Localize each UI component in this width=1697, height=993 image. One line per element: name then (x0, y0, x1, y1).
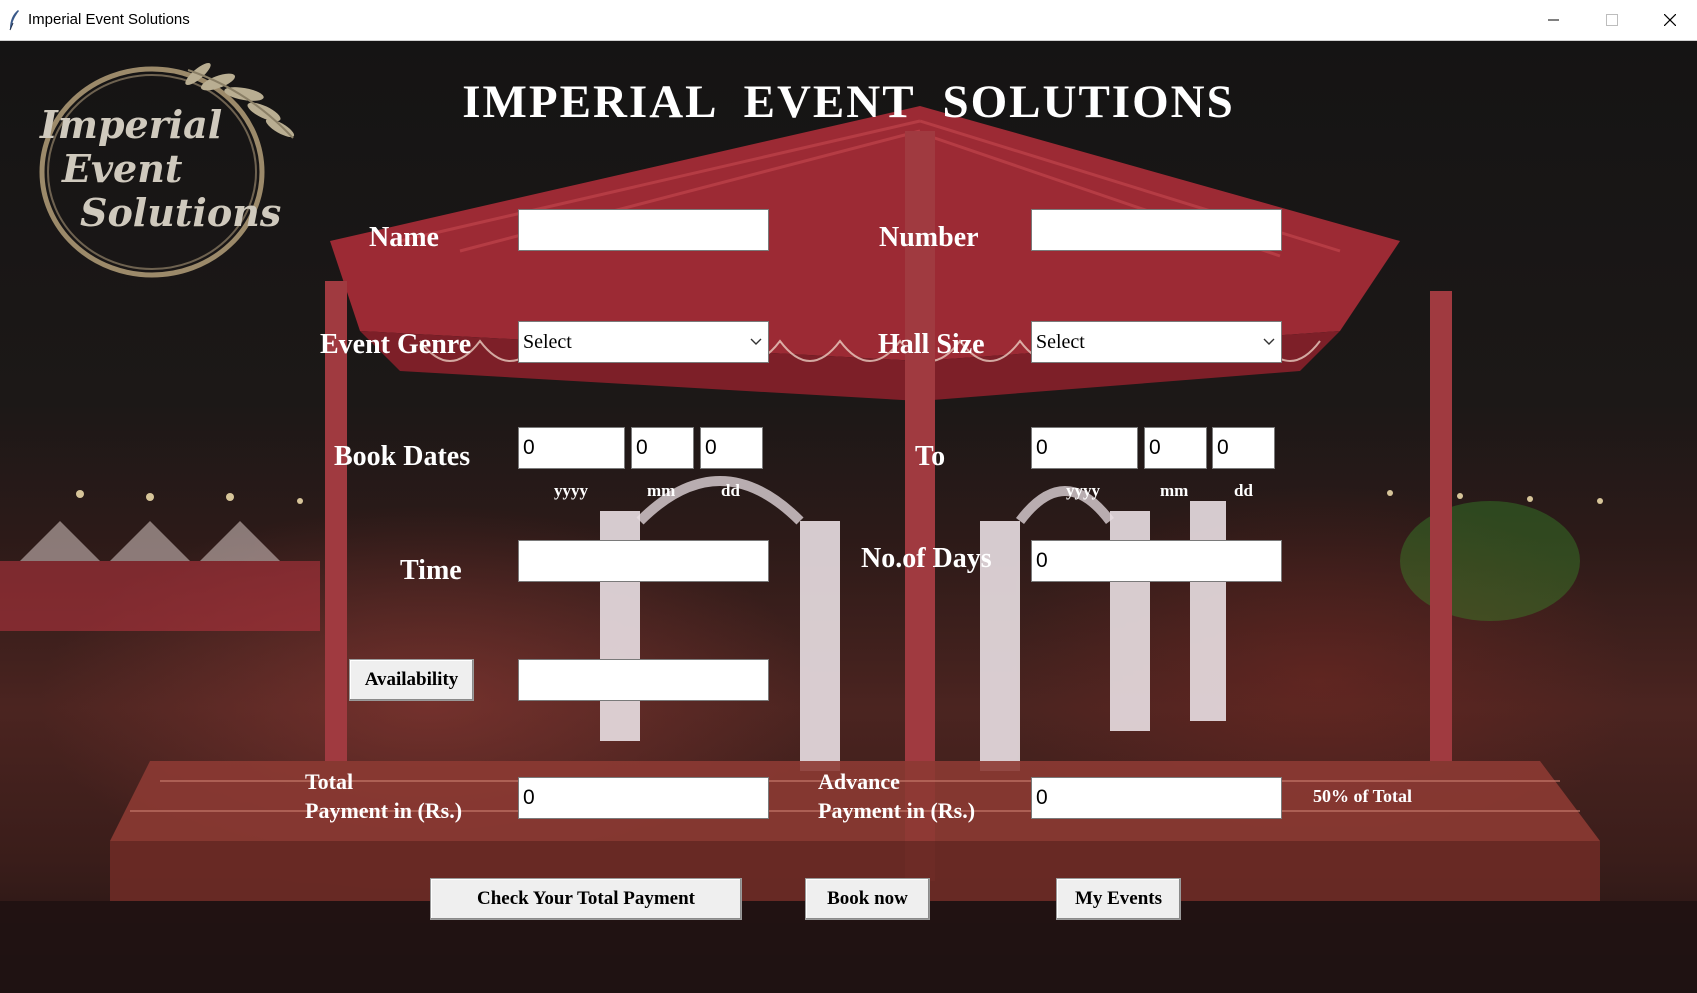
minimize-button[interactable] (1525, 0, 1583, 40)
to-month-input[interactable] (1144, 427, 1207, 469)
to-day-input[interactable] (1212, 427, 1275, 469)
total-payment-label: Total Payment in (Rs.) (305, 767, 462, 825)
advance-note: 50% of Total (1313, 786, 1413, 806)
from-month-hint: mm (647, 481, 676, 500)
to-label: To (915, 441, 946, 472)
total-payment-label-line1: Total (305, 769, 354, 794)
event-genre-select[interactable]: Select (518, 321, 769, 363)
chevron-down-icon (1263, 338, 1275, 345)
advance-payment-label: Advance Payment in (Rs.) (818, 767, 975, 825)
minimize-icon (1548, 19, 1559, 21)
event-genre-selected: Select (523, 331, 572, 353)
advance-payment-label-line1: Advance (818, 769, 900, 794)
hall-size-select[interactable]: Select (1031, 321, 1282, 363)
from-day-input[interactable] (700, 427, 763, 469)
chevron-down-icon (750, 338, 762, 345)
advance-payment-input[interactable] (1031, 777, 1282, 819)
availability-output[interactable] (518, 659, 769, 701)
time-label: Time (400, 555, 462, 586)
time-input[interactable] (518, 540, 769, 582)
from-year-hint: yyyy (554, 481, 588, 500)
maximize-icon (1606, 14, 1618, 26)
days-input[interactable] (1031, 540, 1282, 582)
availability-button[interactable]: Availability (349, 659, 474, 701)
from-day-hint: dd (721, 481, 740, 500)
to-month-hint: mm (1160, 481, 1189, 500)
name-input[interactable] (518, 209, 769, 251)
my-events-button[interactable]: My Events (1056, 878, 1181, 920)
from-month-input[interactable] (631, 427, 694, 469)
days-label: No.of Days (861, 543, 992, 574)
window-titlebar: Imperial Event Solutions (0, 0, 1697, 41)
hall-size-label: Hall Size (878, 329, 985, 360)
feather-icon (9, 10, 19, 31)
maximize-button[interactable] (1583, 0, 1641, 40)
logo-line-2: Event (61, 146, 183, 191)
book-now-button[interactable]: Book now (805, 878, 930, 920)
event-genre-label: Event Genre (320, 329, 472, 360)
to-day-hint: dd (1234, 481, 1253, 500)
number-label: Number (879, 222, 979, 253)
from-year-input[interactable] (518, 427, 625, 469)
name-label: Name (369, 222, 439, 253)
total-payment-input[interactable] (518, 777, 769, 819)
logo-line-3: Solutions (80, 190, 281, 235)
to-year-input[interactable] (1031, 427, 1138, 469)
page-title: IMPERIAL EVENT SOLUTIONS (462, 76, 1235, 128)
total-payment-label-line2: Payment in (Rs.) (305, 798, 463, 823)
hall-size-selected: Select (1036, 331, 1085, 353)
close-icon (1664, 14, 1676, 26)
advance-payment-label-line2: Payment in (Rs.) (818, 798, 976, 823)
window-title: Imperial Event Solutions (28, 11, 190, 28)
to-year-hint: yyyy (1066, 481, 1100, 500)
number-input[interactable] (1031, 209, 1282, 251)
close-button[interactable] (1641, 0, 1697, 40)
check-total-payment-button[interactable]: Check Your Total Payment (430, 878, 742, 920)
book-dates-label: Book Dates (334, 441, 471, 472)
